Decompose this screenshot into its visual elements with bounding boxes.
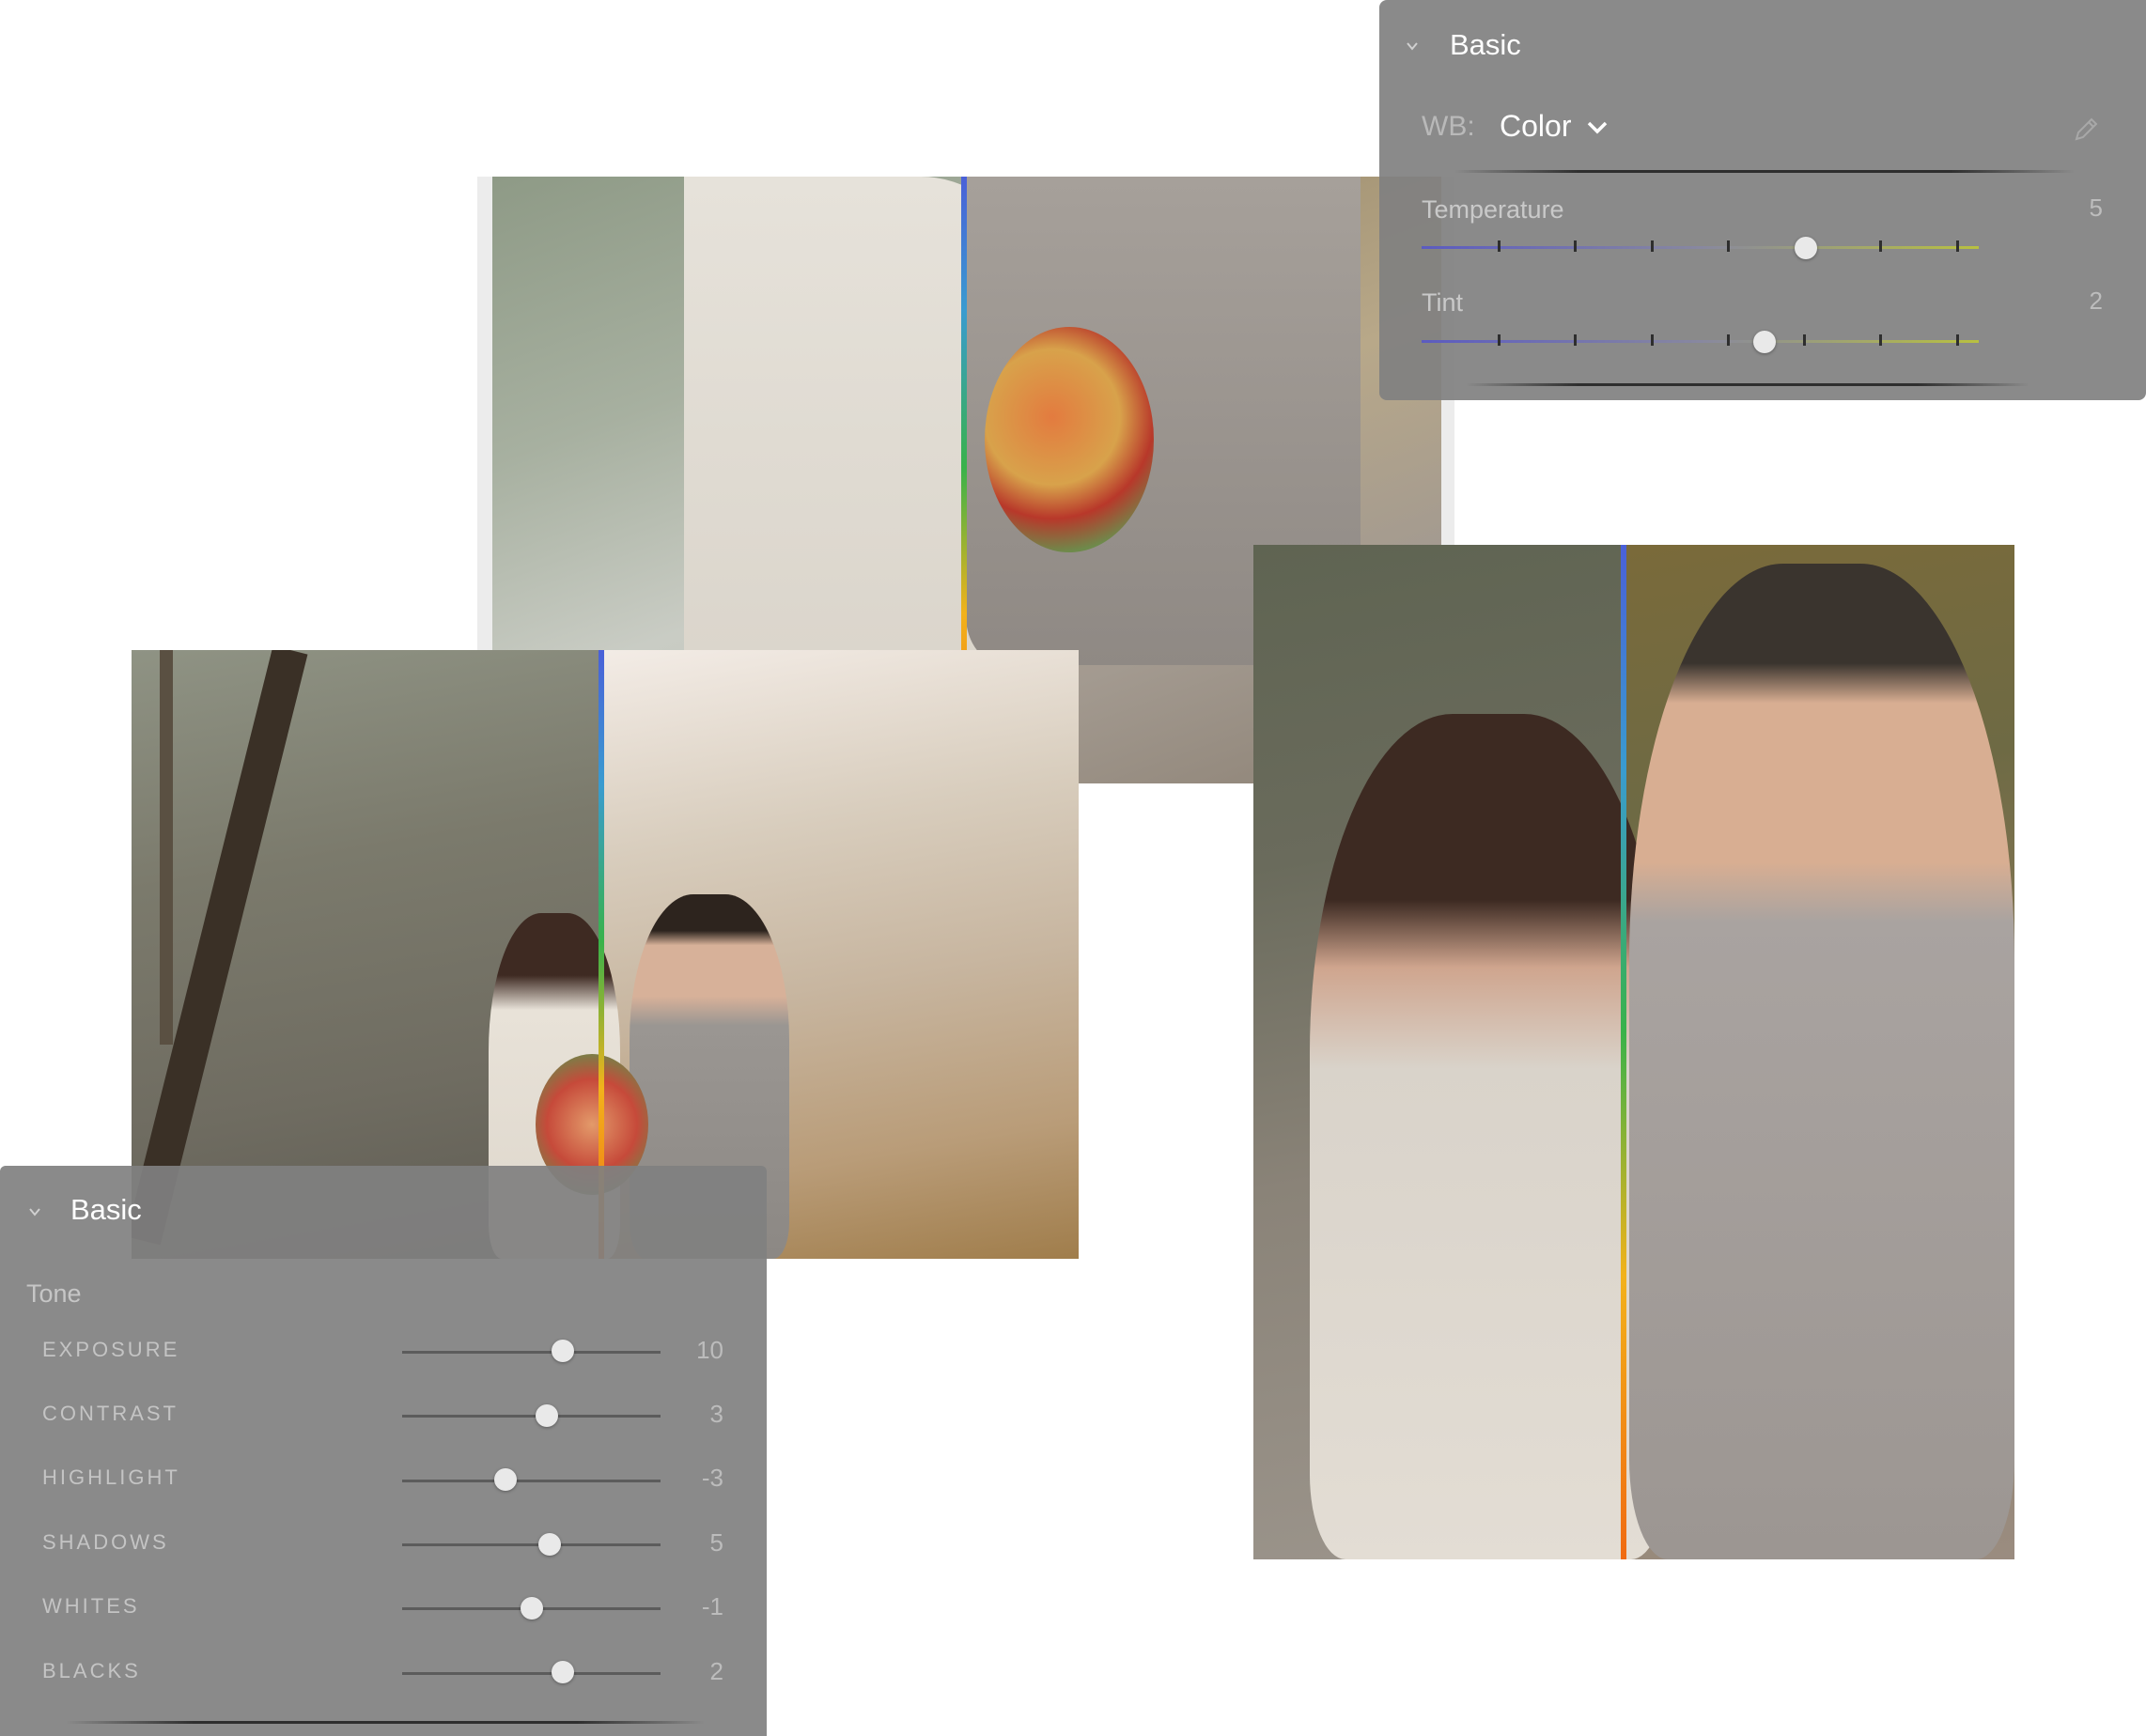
highlight-slider[interactable] [402, 1480, 661, 1482]
blacks-slider[interactable] [402, 1672, 661, 1675]
slider-tick [1803, 334, 1806, 346]
slider-tick [1651, 240, 1654, 252]
tint-value: 2 [2089, 287, 2103, 315]
panel-title: Basic [1450, 28, 1521, 61]
temperature-slider-knob[interactable] [1795, 237, 1818, 259]
shadows-value: 5 [709, 1528, 723, 1557]
slider-tick [1879, 334, 1882, 346]
exposure-slider-knob[interactable] [551, 1340, 574, 1362]
slider-tick [1956, 240, 1959, 252]
shadows-label: SHADOWS [42, 1530, 169, 1554]
temperature-value: 5 [2089, 194, 2103, 222]
exposure-label: EXPOSURE [42, 1338, 180, 1361]
separator [1466, 383, 2029, 386]
panel-title: Basic [70, 1193, 142, 1226]
tint-slider-knob[interactable] [1752, 331, 1776, 353]
contrast-slider-knob[interactable] [536, 1404, 558, 1427]
eyedropper-icon[interactable] [2071, 113, 2103, 145]
whites-slider-knob[interactable] [520, 1597, 543, 1620]
exposure-slider[interactable] [402, 1351, 661, 1354]
separator [66, 1721, 705, 1724]
slider-tick [1574, 240, 1577, 252]
tint-slider[interactable] [1422, 340, 1979, 343]
wb-label: WB: [1422, 111, 1475, 142]
slider-tick [1879, 240, 1882, 252]
chevron-down-icon[interactable] [1586, 118, 1609, 137]
highlight-label: HIGHLIGHT [42, 1465, 180, 1489]
blacks-label: BLACKS [42, 1659, 141, 1682]
tint-label: Tint [1422, 288, 1464, 317]
chevron-down-icon[interactable] [1406, 39, 1419, 53]
slider-tick [1651, 334, 1654, 346]
bouquet [985, 327, 1154, 552]
blacks-slider-knob[interactable] [551, 1661, 574, 1683]
separator [1454, 170, 2075, 173]
whites-value: -1 [701, 1592, 723, 1620]
slider-tick [1498, 334, 1501, 346]
blacks-value: 2 [709, 1657, 723, 1685]
shadows-slider[interactable] [402, 1543, 661, 1546]
tone-panel: Basic [0, 1166, 767, 1736]
contrast-label: CONTRAST [42, 1402, 179, 1425]
contrast-value: 3 [709, 1400, 723, 1428]
bride [1310, 714, 1667, 1559]
slider-tick [1956, 334, 1959, 346]
photo-couple-kiss [1253, 545, 2014, 1559]
tree-trunk [160, 650, 173, 1045]
exposure-value: 10 [696, 1336, 723, 1364]
shadows-slider-knob[interactable] [537, 1533, 561, 1556]
contrast-slider[interactable] [402, 1415, 661, 1418]
slider-tick [1574, 334, 1577, 346]
slider-tick [1498, 240, 1501, 252]
chevron-down-icon[interactable] [28, 1205, 41, 1218]
compare-divider[interactable] [1621, 545, 1626, 1559]
temperature-slider[interactable] [1422, 246, 1979, 249]
whites-label: WHITES [42, 1594, 140, 1618]
slider-tick [1727, 334, 1730, 346]
slider-tick [1727, 240, 1730, 252]
highlight-slider-knob[interactable] [494, 1468, 517, 1491]
temperature-label: Temperature [1422, 195, 1564, 224]
wb-dropdown[interactable]: Color [1500, 109, 1571, 144]
highlight-value: -3 [701, 1464, 723, 1492]
section-label-tone: Tone [26, 1279, 82, 1308]
groom [1629, 564, 2014, 1559]
